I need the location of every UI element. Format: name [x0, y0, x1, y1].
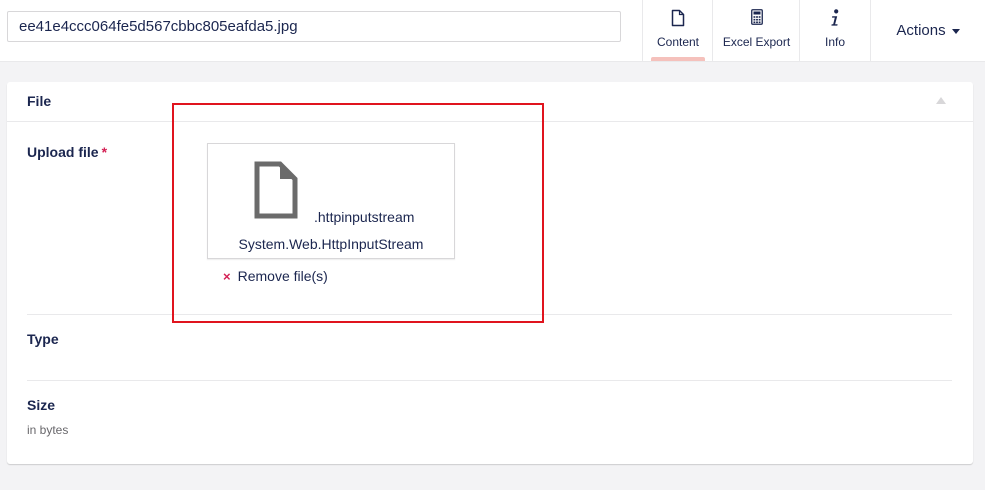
actions-label: Actions [896, 22, 946, 39]
annotation-highlight-box [172, 103, 544, 323]
size-label: Size [27, 397, 56, 413]
actions-button[interactable]: Actions [870, 0, 985, 61]
document-icon [643, 9, 713, 27]
upload-file-label: Upload file * [27, 144, 107, 160]
required-marker: * [101, 144, 108, 160]
info-icon [800, 9, 870, 27]
active-tab-indicator [651, 57, 705, 61]
type-label: Type [27, 331, 59, 347]
divider [27, 380, 952, 381]
node-name-input[interactable] [7, 11, 621, 42]
caret-down-icon [951, 28, 960, 34]
tab-info[interactable]: Info [799, 0, 870, 61]
upload-file-label-text: Upload file [27, 144, 99, 160]
tab-excel-export-label: Excel Export [722, 35, 791, 49]
tab-excel-export[interactable]: Excel Export [712, 0, 800, 61]
tab-content-label: Content [656, 35, 700, 49]
tab-content[interactable]: Content [642, 0, 713, 61]
panel-title: File [27, 93, 52, 109]
size-description: in bytes [27, 423, 69, 437]
tab-info-label: Info [824, 35, 845, 49]
calculator-icon [713, 9, 800, 27]
editor-header: Content Excel Export [0, 0, 985, 62]
collapse-arrow-icon[interactable] [936, 97, 946, 104]
